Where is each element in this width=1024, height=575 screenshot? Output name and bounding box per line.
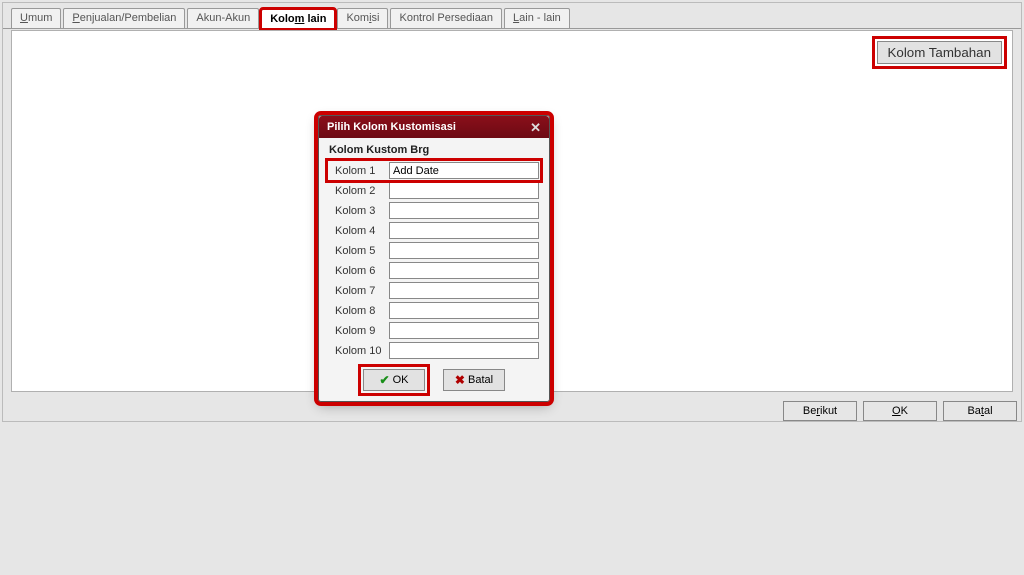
kolom-7-label: Kolom 7 [329, 285, 389, 297]
tab-lain-lain[interactable]: Lain - lain [504, 8, 570, 28]
tab-kontrol-persediaan[interactable]: Kontrol Persediaan [390, 8, 502, 28]
kolom-1-row: Kolom 1 [329, 162, 539, 179]
batal-button[interactable]: Batal [943, 401, 1017, 421]
kolom-8-row: Kolom 8 [329, 302, 539, 319]
tab-umum[interactable]: Umum [11, 8, 61, 28]
kolom-10-input[interactable] [389, 342, 539, 359]
close-icon[interactable]: ✕ [530, 121, 541, 134]
kolom-5-row: Kolom 5 [329, 242, 539, 259]
cancel-icon: ✖ [455, 373, 465, 387]
kolom-8-input[interactable] [389, 302, 539, 319]
dialog-batal-button[interactable]: ✖ Batal [443, 369, 505, 391]
kolom-4-input[interactable] [389, 222, 539, 239]
kolom-4-row: Kolom 4 [329, 222, 539, 239]
kolom-3-input[interactable] [389, 202, 539, 219]
kolom-tambahan-button[interactable]: Kolom Tambahan [877, 41, 1002, 64]
kolom-5-label: Kolom 5 [329, 245, 389, 257]
tab-akun-akun[interactable]: Akun-Akun [187, 8, 259, 28]
dialog-ok-button[interactable]: ✔ OK [363, 369, 425, 391]
kolom-2-row: Kolom 2 [329, 182, 539, 199]
kolom-3-row: Kolom 3 [329, 202, 539, 219]
kolom-6-row: Kolom 6 [329, 262, 539, 279]
group-label: Kolom Kustom Brg [329, 144, 539, 156]
tab-bar: Umum Penjualan/Pembelian Akun-Akun Kolom… [3, 7, 1021, 29]
kolom-10-row: Kolom 10 [329, 342, 539, 359]
tab-komisi[interactable]: Komisi [337, 8, 388, 28]
kolom-3-label: Kolom 3 [329, 205, 389, 217]
kolom-6-input[interactable] [389, 262, 539, 279]
kolom-10-label: Kolom 10 [329, 345, 389, 357]
kolom-2-input[interactable] [389, 182, 539, 199]
dialog-body: Kolom Kustom Brg Kolom 1 Kolom 2 Kolom 3… [319, 138, 549, 401]
kolom-5-input[interactable] [389, 242, 539, 259]
wizard-button-bar: Berikut OK Batal [783, 401, 1017, 421]
kolom-1-input[interactable] [389, 162, 539, 179]
kolom-8-label: Kolom 8 [329, 305, 389, 317]
kolom-9-input[interactable] [389, 322, 539, 339]
tab-penjualan-pembelian[interactable]: Penjualan/Pembelian [63, 8, 185, 28]
kolom-6-label: Kolom 6 [329, 265, 389, 277]
kolom-2-label: Kolom 2 [329, 185, 389, 197]
kolom-9-label: Kolom 9 [329, 325, 389, 337]
berikut-button[interactable]: Berikut [783, 401, 857, 421]
dialog-title: Pilih Kolom Kustomisasi [327, 121, 456, 133]
kolom-1-label: Kolom 1 [329, 165, 389, 177]
pilih-kolom-kustomisasi-dialog: Pilih Kolom Kustomisasi ✕ Kolom Kustom B… [318, 115, 550, 402]
tab-kolom-lain[interactable]: Kolom lain [261, 9, 335, 29]
ok-button[interactable]: OK [863, 401, 937, 421]
dialog-titlebar: Pilih Kolom Kustomisasi ✕ [319, 116, 549, 138]
dialog-button-bar: ✔ OK ✖ Batal [329, 369, 539, 391]
kolom-9-row: Kolom 9 [329, 322, 539, 339]
kolom-7-row: Kolom 7 [329, 282, 539, 299]
check-icon: ✔ [380, 373, 390, 387]
kolom-4-label: Kolom 4 [329, 225, 389, 237]
kolom-7-input[interactable] [389, 282, 539, 299]
